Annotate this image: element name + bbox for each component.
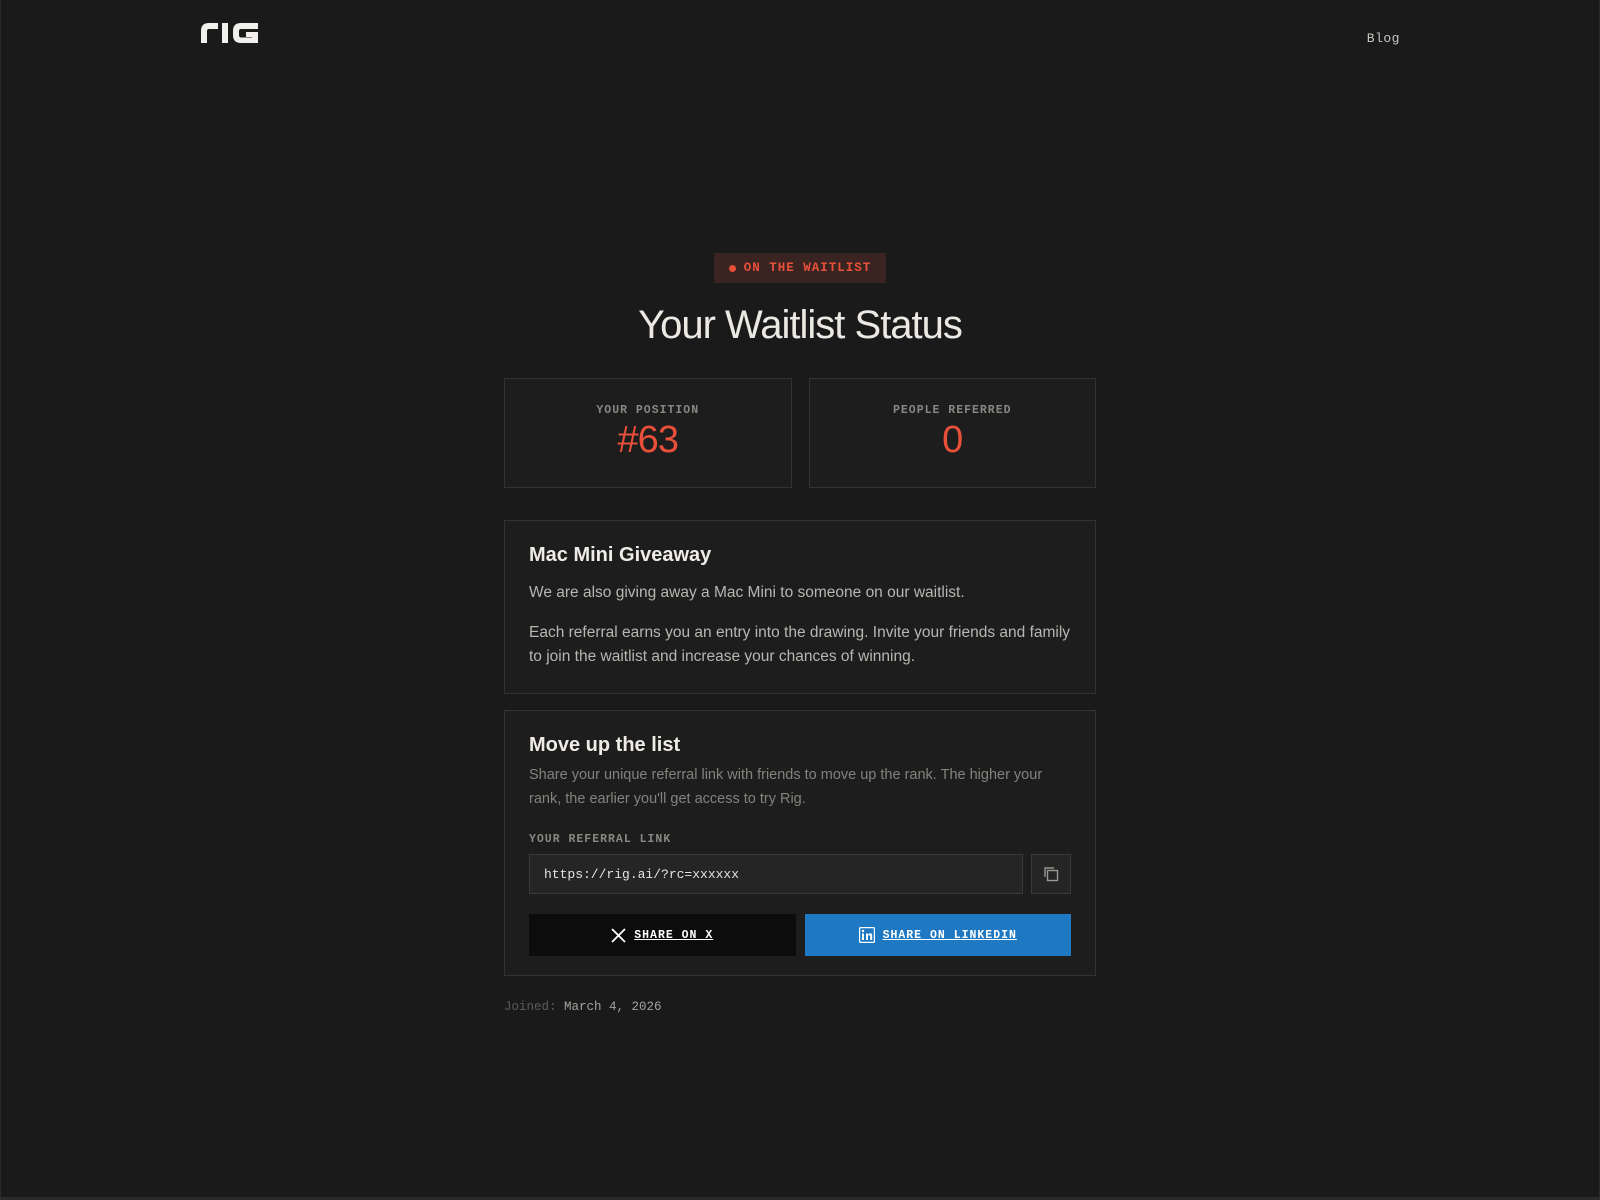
badge-label: ON THE WAITLIST xyxy=(743,261,872,275)
rig-logo[interactable] xyxy=(200,20,260,46)
copy-icon xyxy=(1044,867,1059,882)
linkedin-icon xyxy=(858,927,875,943)
referred-value: 0 xyxy=(942,419,963,461)
waitlist-status-badge: ON THE WAITLIST xyxy=(713,253,887,283)
nav-blog-link[interactable]: Blog xyxy=(1367,31,1400,46)
move-up-card: Move up the list Share your unique refer… xyxy=(504,710,1096,976)
referred-label: PEOPLE REFERRED xyxy=(892,404,1012,417)
share-on-x-label: SHARE ON X xyxy=(634,928,714,942)
share-on-linkedin-label: SHARE ON LINKEDIN xyxy=(882,928,1017,942)
top-bar: Blog xyxy=(200,20,1400,50)
stats-row: YOUR POSITION #63 PEOPLE REFERRED 0 xyxy=(504,378,1096,488)
page-title: Your Waitlist Status xyxy=(638,303,963,347)
move-up-title: Move up the list xyxy=(529,734,681,756)
giveaway-text-2: Each referral earns you an entry into th… xyxy=(529,624,1071,665)
giveaway-title: Mac Mini Giveaway xyxy=(529,544,712,566)
rig-logo-mark xyxy=(201,23,258,43)
referred-card: PEOPLE REFERRED 0 xyxy=(808,378,1096,488)
copy-link-button[interactable] xyxy=(1031,854,1071,894)
share-on-x-button[interactable]: SHARE ON X xyxy=(529,914,796,956)
referral-link-label: YOUR REFERRAL LINK xyxy=(529,833,672,846)
share-on-linkedin-button[interactable]: SHARE ON LINKEDIN xyxy=(804,914,1071,956)
giveaway-card: Mac Mini Giveaway We are also giving awa… xyxy=(504,520,1096,694)
position-value: #63 xyxy=(617,419,679,461)
badge-wrapper: ON THE WAITLIST xyxy=(504,253,1096,283)
position-card: YOUR POSITION #63 xyxy=(504,378,792,488)
position-label: YOUR POSITION xyxy=(596,404,700,417)
move-up-text: Share your unique referral link with fri… xyxy=(529,767,1043,807)
x-logo-icon xyxy=(611,927,626,943)
status-dot-icon xyxy=(728,264,736,272)
joined-date: Joined: March 4, 2026 xyxy=(504,1000,1096,1014)
referral-link-input[interactable] xyxy=(529,854,1023,894)
share-buttons-row: SHARE ON X SHARE ON LINKEDIN xyxy=(529,914,1071,956)
referral-link-row xyxy=(529,854,1071,894)
giveaway-text-1: We are also giving away a Mac Mini to so… xyxy=(529,584,965,601)
waitlist-main: ON THE WAITLIST Your Waitlist Status YOU… xyxy=(504,253,1096,1014)
joined-value: March 4, 2026 xyxy=(564,1000,662,1014)
joined-label: Joined: xyxy=(504,1000,557,1014)
